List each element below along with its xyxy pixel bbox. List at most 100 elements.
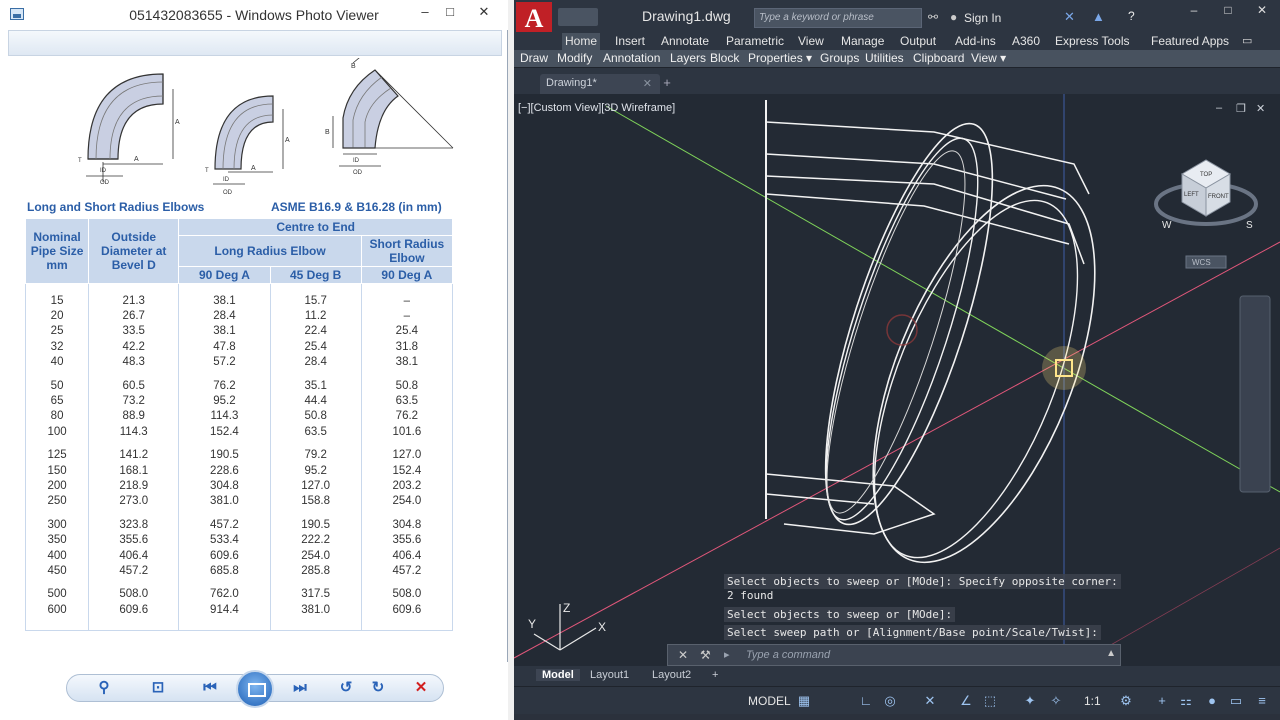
tab-featured-apps[interactable]: Featured Apps xyxy=(1148,33,1232,50)
tab-manage[interactable]: Manage xyxy=(838,33,887,50)
tab-home[interactable]: Home xyxy=(562,33,601,50)
previous-icon[interactable]: ⏮ xyxy=(198,678,222,698)
table-body: 15 21.3 38.1 15.7–20 26.7 28.4 11.2–25 33.5 38.1… xyxy=(24,283,454,631)
tab-view[interactable]: View xyxy=(795,33,827,50)
clean-screen-icon[interactable]: ▭ xyxy=(1228,693,1244,709)
panel-clipboard[interactable]: Clipboard xyxy=(913,51,964,65)
tab-layout1[interactable]: Layout1 xyxy=(590,669,629,681)
gear-icon[interactable]: ⚙ xyxy=(1118,693,1134,709)
grid-icon[interactable]: ▦ xyxy=(796,693,812,709)
file-tab-drawing1[interactable]: Drawing1* ✕ xyxy=(540,74,660,94)
file-tab-close-icon[interactable]: ✕ xyxy=(643,77,652,90)
viewport-restore-icon[interactable]: ❐ xyxy=(1236,102,1246,115)
panel-view[interactable]: View ▾ xyxy=(971,51,1006,65)
table-cell: 47.8 xyxy=(178,339,271,356)
isolate-icon[interactable]: ● xyxy=(1204,693,1220,709)
tab-insert[interactable]: Insert xyxy=(612,33,648,50)
panel-properties[interactable]: Properties ▾ xyxy=(748,51,812,65)
tab-add-ins[interactable]: Add-ins xyxy=(952,33,999,50)
tab-a360[interactable]: A360 xyxy=(1009,33,1043,50)
plus-icon[interactable]: + xyxy=(1154,693,1170,709)
command-history-toggle-icon[interactable]: ▲ xyxy=(1106,648,1116,659)
acad-close-button[interactable]: ✕ xyxy=(1250,3,1274,21)
viewport-close-icon[interactable]: ✕ xyxy=(1256,102,1265,115)
otrack-icon[interactable]: ∠ xyxy=(958,693,974,709)
maximize-button[interactable]: □ xyxy=(437,2,463,22)
panel-block[interactable]: Block xyxy=(710,51,739,65)
elbow-45-diagram: B B ID OD xyxy=(325,58,454,176)
command-close-icon[interactable]: ✕ xyxy=(678,648,688,662)
drawing-viewport[interactable]: X Y Z TOP LEFT FRONT W S WCS [−][Custom … xyxy=(514,94,1280,666)
viewcube-top-label: TOP xyxy=(1200,172,1212,178)
table-cell: 400 xyxy=(24,548,90,564)
tab-model[interactable]: Model xyxy=(536,669,580,681)
table-row: 80 88.9 114.3 50.8 76.2 xyxy=(24,409,454,425)
close-button[interactable]: ✕ xyxy=(471,2,497,22)
viewport-controls-label[interactable]: [−][Custom View][3D Wireframe] xyxy=(518,102,675,114)
ortho-icon[interactable]: ∟ xyxy=(858,693,874,709)
autodesk-icon[interactable]: ▲ xyxy=(1092,9,1105,24)
label-a-short-vertical: A xyxy=(285,137,290,144)
osnap-icon[interactable]: ✕ xyxy=(922,693,938,709)
command-prompt-icon[interactable]: ▸ xyxy=(724,648,730,661)
acad-maximize-button[interactable]: □ xyxy=(1216,3,1240,21)
dyn-icon[interactable]: ⬚ xyxy=(982,693,998,709)
workspace-switch-icon[interactable]: ✧ xyxy=(1048,693,1064,709)
zoom-icon[interactable]: ⚲ xyxy=(92,678,116,698)
command-wrench-icon[interactable]: ⚒ xyxy=(700,648,711,662)
table-cell: 50 xyxy=(24,378,90,394)
sign-in-link[interactable]: Sign In xyxy=(964,11,1001,25)
table-cell: 685.8 xyxy=(178,564,271,580)
customize-icon[interactable]: ≡ xyxy=(1254,693,1270,709)
table-cell: 50.8 xyxy=(360,378,454,394)
search-input[interactable]: Type a keyword or phrase xyxy=(754,8,922,28)
rotate-cw-icon[interactable]: ↻ xyxy=(366,678,390,698)
next-icon[interactable]: ⏭ xyxy=(288,678,312,698)
panel-draw[interactable]: Draw xyxy=(520,51,548,65)
units-icon[interactable]: ⚏ xyxy=(1178,693,1194,709)
tab-layout2[interactable]: Layout2 xyxy=(652,669,691,681)
table-cell: 25.4 xyxy=(360,324,454,340)
user-icon[interactable]: ● xyxy=(950,10,957,24)
label-od-short: OD xyxy=(223,190,233,196)
rotate-ccw-icon[interactable]: ↺ xyxy=(334,678,358,698)
panel-utilities[interactable]: Utilities xyxy=(865,51,904,65)
table-caption-left: Long and Short Radius Elbows xyxy=(27,200,205,214)
exchange-icon[interactable]: ✕ xyxy=(1064,9,1075,25)
table-cell: 38.1 xyxy=(360,355,454,371)
polar-icon[interactable]: ◎ xyxy=(882,693,898,709)
add-layout-plus-icon[interactable]: + xyxy=(712,669,718,681)
fit-icon[interactable]: ⊡ xyxy=(146,678,170,698)
tab-express-tools[interactable]: Express Tools xyxy=(1052,33,1132,50)
panel-layers[interactable]: Layers xyxy=(670,51,706,65)
slideshow-icon[interactable] xyxy=(236,670,274,708)
delete-icon[interactable]: ✕ xyxy=(409,678,433,698)
layout-tabs: Model Layout1 Layout2 + xyxy=(514,666,1280,686)
file-tab-label: Drawing1* xyxy=(546,77,597,89)
table-cell: 79.2 xyxy=(269,448,362,464)
table-cell: 300 xyxy=(24,517,90,534)
new-tab-plus-icon[interactable]: + xyxy=(660,76,674,90)
minimize-button[interactable]: – xyxy=(412,2,438,22)
tab-annotate[interactable]: Annotate xyxy=(658,33,712,50)
tab-parametric[interactable]: Parametric xyxy=(723,33,787,50)
autocad-logo[interactable]: A xyxy=(516,2,552,36)
table-cell: 609.6 xyxy=(178,548,271,564)
command-line-input[interactable]: ✕ ⚒ ▸ Type a command ▲ xyxy=(667,644,1121,666)
quick-access-toolbar[interactable] xyxy=(558,8,598,26)
table-cell: 457.2 xyxy=(88,564,180,580)
acad-minimize-button[interactable]: – xyxy=(1182,3,1206,21)
help-icon[interactable]: ? xyxy=(1128,9,1135,23)
panel-modify[interactable]: Modify xyxy=(557,51,592,65)
binoculars-icon[interactable]: ⚯ xyxy=(928,10,938,24)
viewport-minimize-icon[interactable]: – xyxy=(1216,102,1222,114)
tab-output[interactable]: Output xyxy=(897,33,939,50)
annotation-icon[interactable]: ✦ xyxy=(1022,693,1038,709)
table-row: 32 42.2 47.8 25.4 31.8 xyxy=(24,339,454,356)
ribbon-toggle-icon[interactable]: ▭ xyxy=(1242,34,1252,47)
panel-annotation[interactable]: Annotation xyxy=(603,51,660,65)
status-model[interactable]: MODEL xyxy=(748,694,791,708)
annotation-scale[interactable]: 1:1 xyxy=(1084,694,1101,708)
table-cell: 100 xyxy=(24,424,90,441)
panel-groups[interactable]: Groups xyxy=(820,51,859,65)
